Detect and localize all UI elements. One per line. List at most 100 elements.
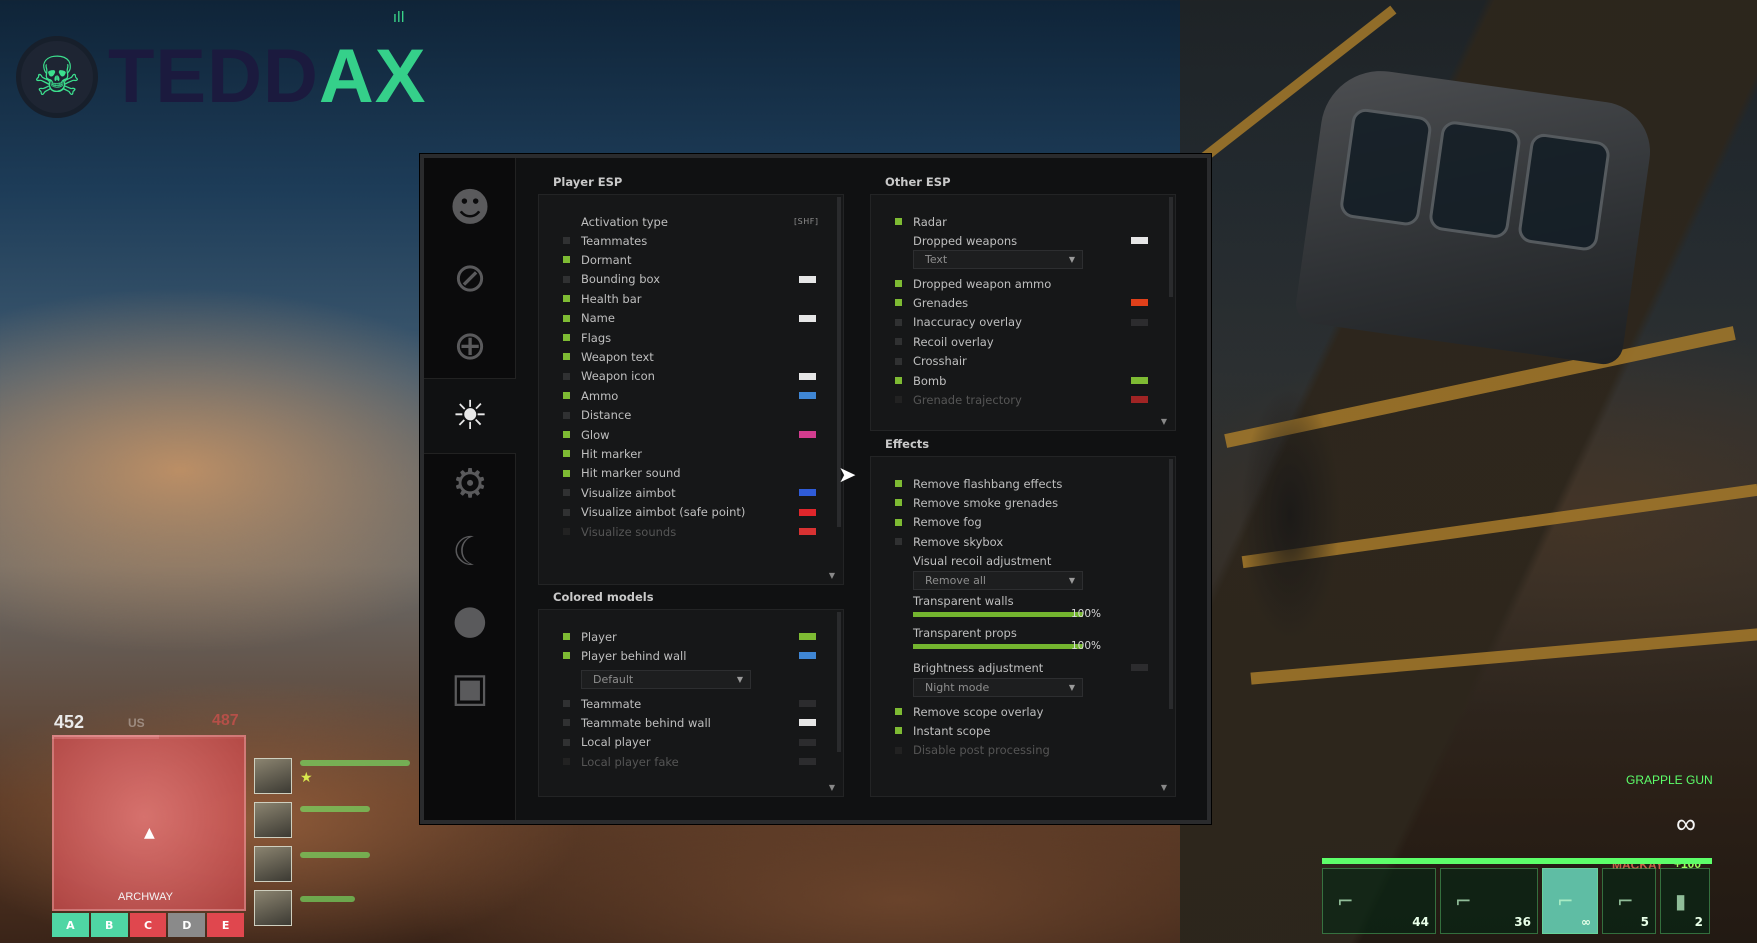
colored-models-list[interactable]: Player Player behind wall Default ▼ Teammate… [539,610,843,796]
checkbox-row[interactable]: Inaccuracy overlay [871,313,1175,332]
checkbox-row[interactable]: Visualize sounds [539,522,843,541]
color-picker-swatch[interactable] [799,738,816,746]
checkbox[interactable] [563,652,570,660]
other-esp-list[interactable]: Radar Dropped weapons Text ▼ Dropped weapon … [871,195,1175,430]
color-picker-swatch[interactable] [1131,664,1148,671]
scroll-down-arrow[interactable]: ▼ [829,571,835,580]
checkbox-row[interactable]: Disable post processing [871,741,1175,760]
checkbox[interactable] [895,727,902,735]
checkbox[interactable] [563,392,570,400]
checkbox[interactable] [563,431,570,438]
color-picker-swatch[interactable] [1131,318,1148,326]
checkbox[interactable] [563,633,570,640]
scroll-down-arrow[interactable]: ▼ [829,783,835,792]
dropdown-select[interactable]: Text ▼ [913,250,1083,269]
checkbox-row[interactable]: Instant scope [871,721,1175,740]
dropdown-select[interactable]: Remove all ▼ [913,571,1083,590]
tab-skins[interactable]: ☾ [424,514,516,590]
checkbox-row[interactable]: Flags [539,328,843,347]
tab-config[interactable]: ▣ [424,650,516,726]
checkbox[interactable] [563,758,570,766]
checkbox-row[interactable]: Teammate [539,694,843,713]
weapon-slot[interactable]: ⌐ ∞ [1542,868,1598,934]
effects-list[interactable]: Remove flashbang effects Remove smoke gre… [871,457,1175,796]
checkbox[interactable] [563,469,570,477]
color-picker-swatch[interactable] [799,758,816,766]
scrollbar[interactable] [1169,197,1173,297]
checkbox[interactable] [563,450,570,458]
checkbox-row[interactable]: Grenade trajectory [871,390,1175,409]
checkbox[interactable] [563,719,570,727]
checkbox-row[interactable]: Dropped weapons [871,231,1175,250]
checkbox-row[interactable]: Glow [539,425,843,444]
checkbox[interactable] [563,334,570,341]
checkbox[interactable] [563,489,570,497]
checkbox-row[interactable]: Name [539,309,843,328]
color-picker-swatch[interactable] [799,528,816,535]
color-picker-swatch[interactable] [799,314,816,322]
checkbox-row[interactable]: Crosshair [871,352,1175,371]
color-picker-swatch[interactable] [799,392,816,400]
checkbox-row[interactable]: Hit marker [539,444,843,463]
weapon-slot[interactable]: ⌐ 44 [1322,868,1436,934]
checkbox-row[interactable]: Bounding box [539,270,843,289]
checkbox-row[interactable]: Teammate behind wall [539,713,843,732]
checkbox[interactable] [895,396,902,404]
checkbox-row[interactable]: Local player [539,733,843,752]
checkbox[interactable] [563,275,570,283]
checkbox[interactable] [563,353,570,361]
tab-players[interactable]: ● [424,582,516,658]
checkbox[interactable] [895,218,902,225]
dropdown-select[interactable]: Default ▼ [581,670,751,689]
dropdown-select[interactable]: Night mode ▼ [913,678,1083,697]
scrollbar[interactable] [1169,459,1173,709]
player-esp-list[interactable]: Activation type [SHF] Teammates Dormant Boun… [539,195,843,584]
checkbox[interactable] [563,372,570,380]
checkbox-row[interactable]: Dropped weapon ammo [871,274,1175,293]
color-picker-swatch[interactable] [1131,299,1148,307]
checkbox-row[interactable]: Bomb [871,371,1175,390]
checkbox[interactable] [895,499,902,507]
checkbox[interactable] [895,377,902,384]
color-picker-swatch[interactable] [799,719,816,727]
checkbox-row[interactable]: Dormant [539,250,843,269]
checkbox[interactable] [563,738,570,746]
checkbox-row[interactable]: Visualize aimbot (safe point) [539,503,843,522]
color-picker-swatch[interactable] [799,489,816,497]
checkbox[interactable] [895,318,902,326]
checkbox-row[interactable]: Remove smoke grenades [871,493,1175,512]
color-picker-swatch[interactable] [799,508,816,516]
checkbox[interactable] [895,280,902,287]
color-picker-swatch[interactable] [799,700,816,707]
slider-track[interactable] [913,612,1083,617]
checkbox[interactable] [563,237,570,244]
checkbox-row[interactable]: Remove scope overlay [871,702,1175,721]
checkbox[interactable] [895,480,902,487]
checkbox[interactable] [895,338,902,346]
checkbox-row[interactable]: Distance [539,406,843,425]
tab-legitbot[interactable]: ⊕ [424,308,516,384]
tab-ragebot[interactable]: ☻ [424,170,516,246]
tab-anti-aim[interactable]: ⊘ [424,240,516,316]
scroll-down-arrow[interactable]: ▼ [1161,783,1167,792]
checkbox[interactable] [563,314,570,322]
checkbox-row[interactable]: Remove skybox [871,532,1175,551]
checkbox-row[interactable]: Teammates [539,231,843,250]
color-picker-swatch[interactable] [799,652,816,660]
checkbox[interactable] [895,708,902,715]
color-picker-swatch[interactable] [799,372,816,380]
checkbox[interactable] [895,746,902,754]
checkbox-row[interactable]: Hit marker sound [539,464,843,483]
color-picker-swatch[interactable] [799,633,816,640]
weapon-slot[interactable]: ⌐ 36 [1440,868,1538,934]
checkbox[interactable] [563,700,570,707]
color-picker-swatch[interactable] [1131,237,1148,244]
checkbox[interactable] [563,508,570,516]
checkbox-row[interactable]: Brightness adjustment [871,658,1175,677]
checkbox[interactable] [895,538,902,546]
checkbox-row[interactable]: Visualize aimbot [539,483,843,502]
activation-type-row[interactable]: Activation type [SHF] [539,212,843,231]
checkbox-row[interactable]: Ammo [539,386,843,405]
checkbox-row[interactable]: Weapon icon [539,367,843,386]
checkbox[interactable] [895,357,902,365]
